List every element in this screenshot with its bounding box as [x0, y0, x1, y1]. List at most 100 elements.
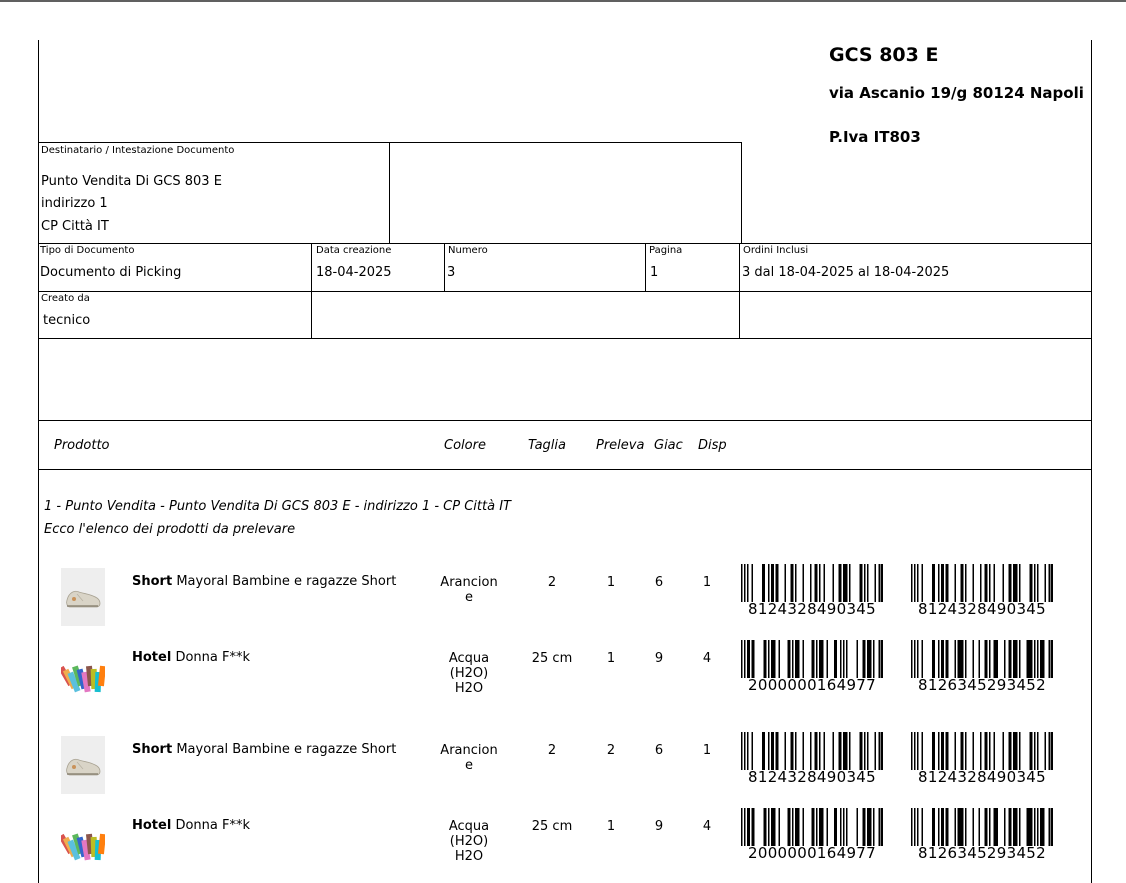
recipient-line-3: CP Città IT	[41, 219, 109, 234]
product-pick: 1	[606, 651, 616, 666]
header-product: Prodotto	[54, 438, 110, 453]
barcode-bars	[741, 808, 899, 846]
barcode-bars	[741, 732, 900, 770]
recipient-divider	[389, 142, 390, 243]
section-title: 1 - Punto Vendita - Punto Vendita Di GCS…	[44, 499, 511, 514]
product-name-bold: Short	[132, 742, 173, 757]
barcode-bars	[911, 640, 1069, 678]
doc-created-by-value: tecnico	[43, 313, 91, 328]
docinfo-middle-line	[38, 291, 1092, 292]
product-name-bold: Short	[132, 574, 173, 589]
doc-page-value: 1	[650, 265, 659, 280]
barcode-bars	[741, 564, 900, 602]
barcode-number: 2000000164977	[748, 844, 876, 862]
header-stock: Giac	[654, 438, 683, 453]
section-subtitle: Ecco l'elenco dei prodotti da prelevare	[44, 522, 296, 537]
doc-orders-value: 3 dal 18-04-2025 al 18-04-2025	[742, 265, 950, 280]
product-stock: 9	[654, 651, 664, 666]
company-vat: P.Iva IT803	[829, 128, 921, 146]
barcode: 8124328490345	[911, 732, 1070, 788]
barcode-bars	[911, 808, 1069, 846]
doc-type-label: Tipo di Documento	[40, 245, 135, 256]
product-size: 25 cm	[531, 819, 573, 834]
recipient-line-2: indirizzo 1	[41, 196, 108, 211]
product-color: Arancion e	[440, 575, 498, 605]
doc-orders-label: Ordini Inclusi	[743, 245, 809, 256]
barcode-bars	[911, 564, 1070, 602]
barcode: 8124328490345	[741, 564, 900, 620]
product-color: Arancion e	[440, 743, 498, 773]
barcode-number: 2000000164977	[748, 676, 876, 694]
product-name: Hotel Donna F**k	[132, 818, 432, 834]
header-color: Colore	[444, 438, 486, 453]
barcode-bars	[911, 732, 1070, 770]
product-color: Acqua (H2O) H2O	[448, 819, 490, 864]
paint-swatches-image	[58, 644, 107, 702]
doc-date-value: 18-04-2025	[316, 265, 392, 280]
recipient-line-1: Punto Vendita Di GCS 803 E	[41, 174, 222, 189]
product-name: Short Mayoral Bambine e ragazze Short	[132, 574, 432, 590]
barcode: 8126345293452	[911, 808, 1069, 864]
doc-created-by-label: Creato da	[41, 293, 90, 304]
product-name-bold: Hotel	[132, 650, 172, 665]
barcode-bars	[741, 640, 899, 678]
barcode: 8124328490345	[911, 564, 1070, 620]
paint-swatches-image	[58, 812, 107, 870]
product-avail: 4	[702, 651, 712, 666]
barcode-number: 8126345293452	[918, 844, 1046, 862]
product-avail: 1	[702, 575, 712, 590]
table-header-bottom-line	[38, 469, 1092, 470]
page-right-border	[1091, 40, 1092, 883]
header-pick: Preleva	[596, 438, 645, 453]
docinfo-bottom-line	[38, 338, 1092, 339]
table-header-top-line	[38, 420, 1092, 421]
docinfo-div-3	[645, 243, 646, 291]
header-avail: Disp	[698, 438, 727, 453]
product-pick: 2	[606, 743, 616, 758]
product-pick: 1	[606, 819, 616, 834]
shoe-image	[61, 736, 105, 794]
barcode: 2000000164977	[741, 640, 899, 696]
product-name-rest: Mayoral Bambine e ragazze Short	[172, 742, 397, 757]
header-size: Taglia	[528, 438, 566, 453]
recipient-right-line	[741, 142, 742, 243]
barcode: 8124328490345	[741, 732, 900, 788]
product-name-rest: Mayoral Bambine e ragazze Short	[172, 574, 397, 589]
company-name: GCS 803 E	[829, 44, 939, 66]
shoe-image	[61, 568, 105, 626]
doc-number-label: Numero	[448, 245, 488, 256]
viewer-top-border	[0, 0, 1126, 2]
docinfo-top-line	[38, 243, 1092, 244]
product-avail: 1	[702, 743, 712, 758]
product-stock: 9	[654, 819, 664, 834]
doc-number-value: 3	[447, 265, 456, 280]
company-address: via Ascanio 19/g 80124 Napoli	[829, 84, 1084, 102]
product-size: 25 cm	[531, 651, 573, 666]
product-name-rest: Donna F**k	[171, 818, 250, 833]
barcode-number: 8126345293452	[918, 676, 1046, 694]
page-left-border	[38, 40, 39, 883]
doc-type-value: Documento di Picking	[40, 265, 182, 280]
product-name-bold: Hotel	[132, 818, 172, 833]
product-stock: 6	[654, 575, 664, 590]
product-pick: 1	[606, 575, 616, 590]
product-size: 2	[547, 743, 557, 758]
product-name: Hotel Donna F**k	[132, 650, 432, 666]
doc-page-label: Pagina	[649, 245, 683, 256]
docinfo-div-2	[444, 243, 445, 291]
product-color: Acqua (H2O) H2O	[448, 651, 490, 696]
barcode-number: 8124328490345	[918, 768, 1046, 786]
doc-date-label: Data creazione	[316, 245, 392, 256]
barcode: 2000000164977	[741, 808, 899, 864]
barcode: 8126345293452	[911, 640, 1069, 696]
barcode-number: 8124328490345	[748, 768, 876, 786]
product-stock: 6	[654, 743, 664, 758]
recipient-top-line	[38, 142, 742, 143]
product-name-rest: Donna F**k	[171, 650, 250, 665]
recipient-label: Destinatario / Intestazione Documento	[41, 145, 235, 156]
product-name: Short Mayoral Bambine e ragazze Short	[132, 742, 432, 758]
product-avail: 4	[702, 819, 712, 834]
product-size: 2	[547, 575, 557, 590]
barcode-number: 8124328490345	[918, 600, 1046, 618]
barcode-number: 8124328490345	[748, 600, 876, 618]
